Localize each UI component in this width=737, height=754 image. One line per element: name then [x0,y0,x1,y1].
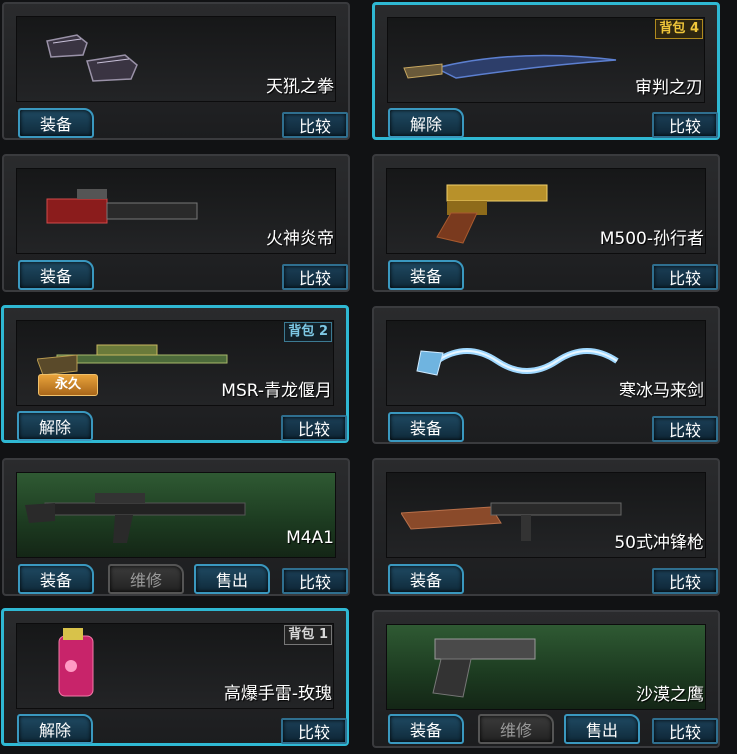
weapon-card-vulcan[interactable]: 火神炎帝 装备 比较 [2,154,350,292]
equip-button[interactable]: 装备 [18,564,94,594]
weapon-name: MSR-青龙偃月 [221,381,332,401]
grenade-icon [58,628,94,697]
backpack-badge: 背包 4 [655,19,703,39]
sell-button[interactable]: 售出 [194,564,270,594]
gauntlet-icon [46,34,138,82]
weapon-card-m500[interactable]: M500-孙行者 装备 比较 [372,154,720,292]
rifle-icon [25,493,246,543]
compare-button[interactable]: 比较 [652,568,718,594]
ice-sword-icon [416,348,619,376]
weapon-name: 50式冲锋枪 [614,533,704,553]
compare-button[interactable]: 比较 [652,718,718,744]
weapon-name: 寒冰马来剑 [619,381,704,401]
smg-icon [401,502,622,541]
compare-button[interactable]: 比较 [282,568,348,594]
repair-button[interactable]: 维修 [478,714,554,744]
revolver-icon [436,184,548,244]
weapon-name: 火神炎帝 [266,229,334,249]
pistol-icon [432,638,536,698]
weapon-name: M4A1 [286,528,334,548]
weapon-card-rose-grenade[interactable]: 背包 1 高爆手雷-玫瑰 解除 比较 [1,608,349,746]
weapon-name: 天犼之拳 [266,77,334,97]
compare-button[interactable]: 比较 [281,718,347,744]
equip-button[interactable]: 装备 [388,260,464,290]
equip-button[interactable]: 装备 [388,714,464,744]
compare-button[interactable]: 比较 [652,264,718,290]
backpack-badge: 背包 2 [284,322,332,342]
weapon-card-type50-smg[interactable]: 50式冲锋枪 装备 比较 [372,458,720,596]
weapon-card-judgment-blade[interactable]: 背包 4 审判之刃 解除 比较 [372,2,720,140]
compare-button[interactable]: 比较 [282,112,348,138]
equip-button[interactable]: 装备 [18,108,94,138]
weapon-name: 高爆手雷-玫瑰 [223,684,332,704]
blade-icon [403,54,617,79]
minigun-icon [46,189,198,224]
weapon-name: 沙漠之鹰 [636,685,704,705]
weapon-name: 审判之刃 [635,78,703,98]
weapon-card-m4a1[interactable]: M4A1 装备 维修 售出 比较 [2,458,350,596]
weapon-card-tianhou-fist[interactable]: 天犼之拳 装备 比较 [2,2,350,140]
backpack-badge: 背包 1 [284,625,332,645]
weapon-card-ice-kris[interactable]: 寒冰马来剑 装备 比较 [372,306,720,444]
sell-button[interactable]: 售出 [564,714,640,744]
equip-button[interactable]: 装备 [388,564,464,594]
compare-button[interactable]: 比较 [652,416,718,442]
weapon-card-desert-eagle[interactable]: 沙漠之鹰 装备 维修 售出 比较 [372,610,720,748]
weapon-card-msr-dragon[interactable]: 永久 背包 2 MSR-青龙偃月 解除 比较 [1,305,349,443]
unequip-button[interactable]: 解除 [17,714,93,744]
compare-button[interactable]: 比较 [281,415,347,441]
repair-button[interactable]: 维修 [108,564,184,594]
permanent-tag: 永久 [38,374,98,396]
weapon-name: M500-孙行者 [599,229,704,249]
equip-button[interactable]: 装备 [18,260,94,290]
compare-button[interactable]: 比较 [282,264,348,290]
unequip-button[interactable]: 解除 [388,108,464,138]
unequip-button[interactable]: 解除 [17,411,93,441]
equip-button[interactable]: 装备 [388,412,464,442]
compare-button[interactable]: 比较 [652,112,718,138]
